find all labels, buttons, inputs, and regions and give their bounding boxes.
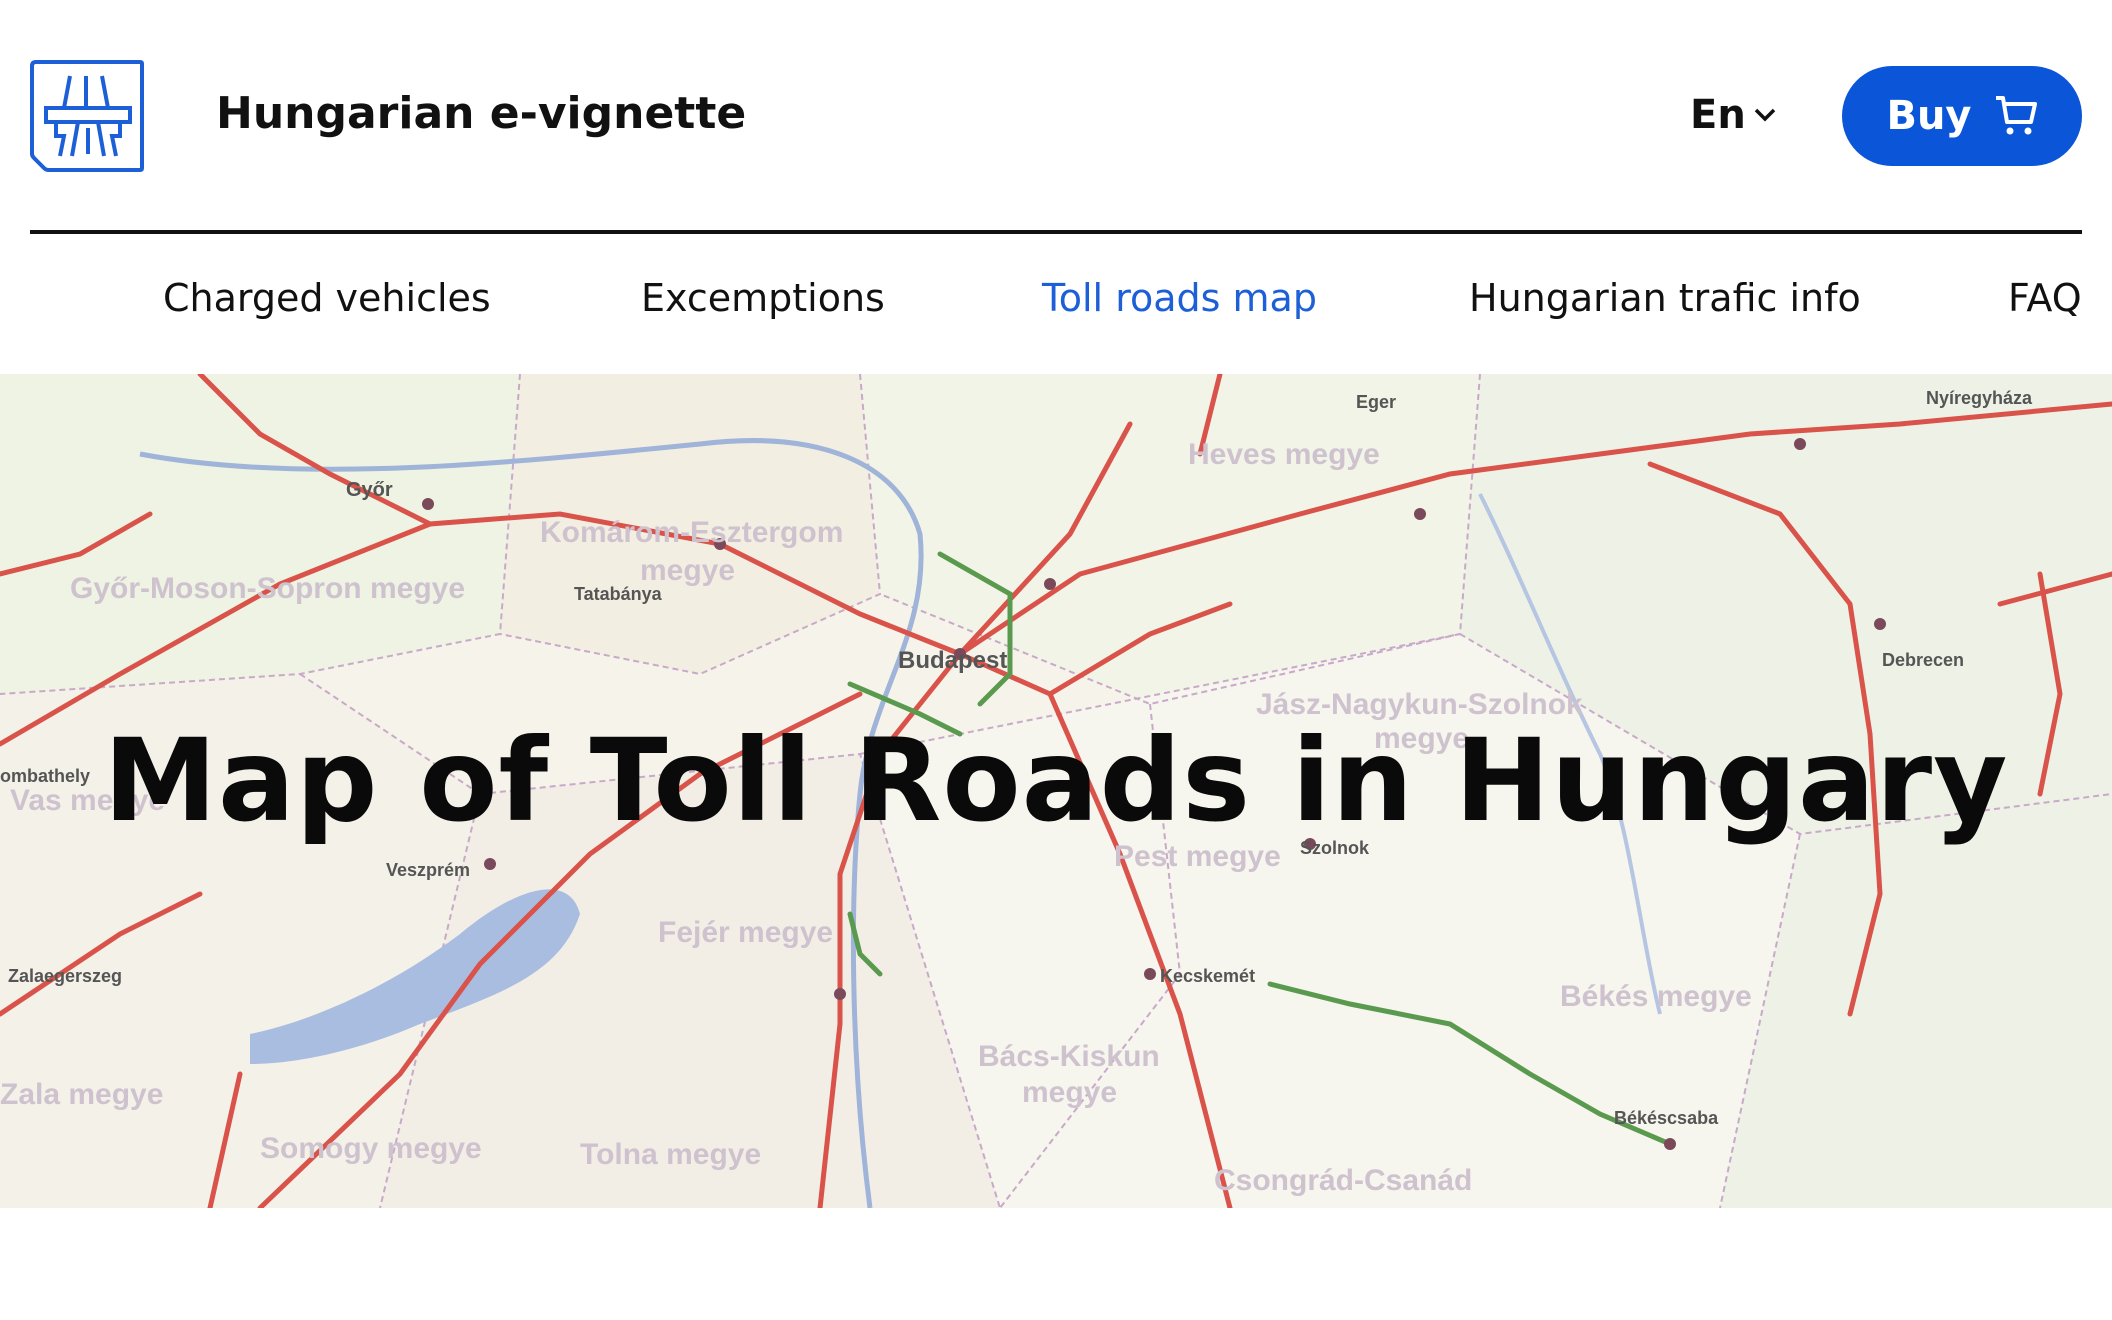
map-label-kecskemet: Kecskemét (1160, 966, 1255, 986)
map-county-komarom: Komárom-Esztergom (540, 516, 843, 549)
buy-button-label: Buy (1886, 93, 1972, 139)
map-label-zalaegerszeg: Zalaegerszeg (8, 966, 122, 986)
map-label-tatabanya: Tatabánya (574, 584, 663, 604)
map-label-nyiregyhaza: Nyíregyháza (1926, 388, 2033, 408)
main-nav: Charged vehicles Excemptions Toll roads … (0, 268, 2112, 338)
header-divider (30, 230, 2082, 234)
cart-icon (1995, 96, 2037, 135)
map-label-veszprem: Veszprém (386, 860, 470, 880)
map-county-bekes: Békés megye (1560, 980, 1752, 1013)
header: Hungarian e-vignette En Buy (0, 0, 2112, 232)
hero-map: Győr Tatabánya Budapest Eger Nyíregyháza… (0, 374, 2112, 1208)
logo-road-icon[interactable] (30, 58, 146, 174)
site-title[interactable]: Hungarian e-vignette (216, 88, 746, 139)
map-label-budapest: Budapest (898, 647, 1007, 674)
map-county-bacs-megye: megye (1022, 1076, 1117, 1109)
map-county-zala: Zala megye (0, 1078, 163, 1111)
map-county-fejer: Fejér megye (658, 916, 833, 949)
nav-traffic-info[interactable]: Hungarian trafic info (1469, 276, 1861, 320)
language-selector[interactable]: En (1690, 92, 1776, 138)
map-county-somogy: Somogy megye (260, 1132, 482, 1165)
map-label-bekescsaba: Békéscsaba (1614, 1108, 1719, 1128)
buy-button[interactable]: Buy (1842, 66, 2082, 166)
nav-excemptions[interactable]: Excemptions (641, 276, 885, 320)
language-label: En (1690, 92, 1746, 138)
nav-toll-roads-map[interactable]: Toll roads map (1042, 276, 1317, 320)
map-county-tolna: Tolna megye (580, 1138, 761, 1171)
map-county-heves: Heves megye (1188, 438, 1380, 471)
nav-charged-vehicles[interactable]: Charged vehicles (163, 276, 491, 320)
map-county-bacs: Bács-Kiskun (978, 1040, 1160, 1073)
chevron-down-icon (1754, 108, 1776, 122)
hero-title: Map of Toll Roads in Hungary (103, 714, 2009, 847)
map-label-debrecen: Debrecen (1882, 650, 1964, 670)
map-county-csongrad: Csongrád-Csanád (1214, 1164, 1472, 1197)
map-county-komarom-megye: megye (640, 554, 735, 587)
map-label-gyor: Győr (346, 479, 393, 501)
nav-faq[interactable]: FAQ (2008, 276, 2082, 320)
map-county-gyms: Győr-Moson-Sopron megye (70, 572, 465, 605)
map-label-eger: Eger (1356, 392, 1396, 412)
